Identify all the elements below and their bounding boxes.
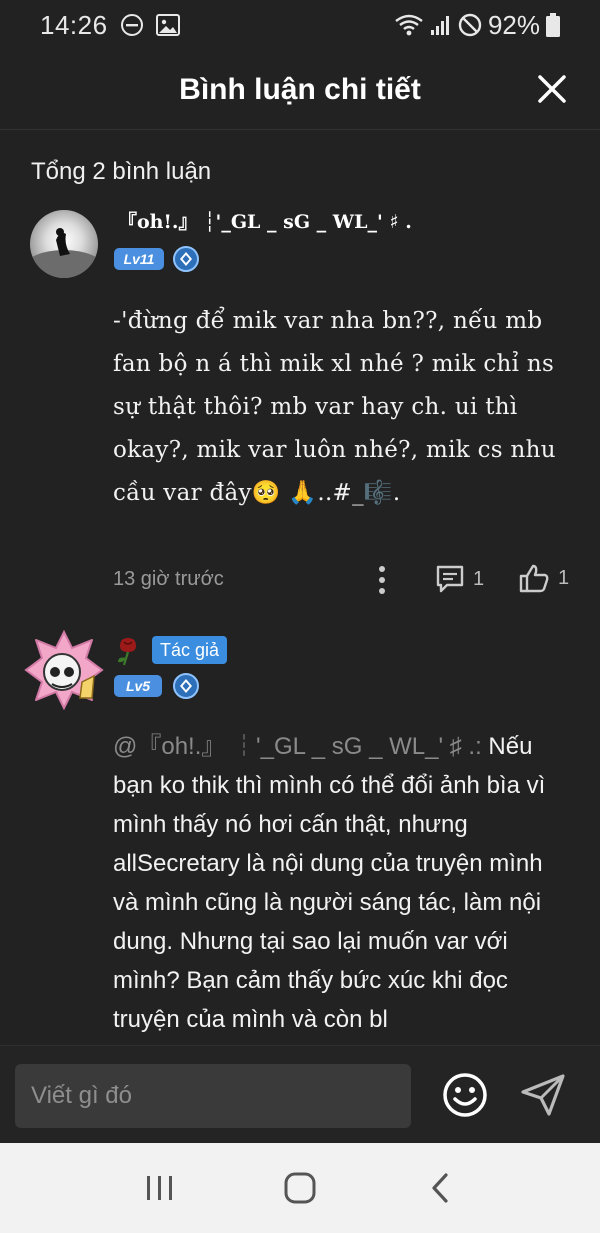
battery-icon	[546, 13, 560, 37]
battery-percent: 92%	[487, 9, 540, 40]
recent-apps-icon	[147, 1176, 172, 1200]
emoji-button[interactable]	[442, 1072, 488, 1118]
page-header: Bình luận chi tiết	[0, 55, 600, 125]
avatar[interactable]	[22, 628, 106, 712]
level-badge: Lv5	[114, 675, 162, 697]
avatar[interactable]	[30, 210, 98, 278]
reply-count: 1	[473, 567, 485, 590]
comment-text: @『oh!.』 ┆'_GL _ sG _ WL_' ♯ .: Nếu bạn k…	[113, 727, 563, 1039]
back-button[interactable]	[415, 1163, 465, 1213]
signal-icon	[430, 14, 452, 36]
like-button[interactable]: 1	[518, 562, 569, 594]
status-left: 14:26	[40, 10, 180, 41]
send-icon	[521, 1074, 565, 1116]
status-time: 14:26	[40, 9, 108, 40]
comment-text: -'đừng để mik var nha bn??, nếu mb fan b…	[113, 308, 556, 506]
author-badge: Tác giả	[152, 636, 228, 664]
send-button[interactable]	[519, 1072, 567, 1118]
page-title: Bình luận chi tiết	[179, 73, 421, 106]
comment-timestamp: 13 giờ trước	[113, 568, 224, 590]
do-not-disturb-icon	[120, 13, 144, 37]
comment-count: Tổng 2 bình luận	[31, 158, 212, 185]
like-count: 1	[558, 566, 570, 589]
smiley-icon	[443, 1073, 487, 1117]
more-vertical-icon	[379, 566, 385, 594]
reply-text: Nếu bạn ko thik thì mình có thể đổi ảnh …	[113, 733, 546, 1033]
wifi-icon	[394, 13, 424, 37]
comment-input[interactable]: Viết gì đó	[15, 1064, 411, 1128]
verified-icon	[173, 673, 199, 699]
level-badge: Lv11	[114, 248, 164, 270]
rose-icon	[114, 636, 142, 666]
recent-apps-button[interactable]	[135, 1163, 185, 1213]
status-right: 92%	[394, 10, 560, 41]
mention-link[interactable]: @『oh!.』 ┆'_GL _ sG _ WL_' ♯ .:	[113, 733, 482, 760]
comment-icon	[436, 565, 464, 593]
close-button[interactable]	[534, 71, 570, 107]
comment-username[interactable]: 『oh!.』 ┆'_GL _ sG _ WL_' ♯ .	[118, 207, 412, 234]
home-button[interactable]	[275, 1163, 325, 1213]
gallery-icon	[155, 14, 180, 36]
comment-input-bar: Viết gì đó	[0, 1045, 600, 1143]
system-nav-bar	[0, 1143, 600, 1233]
verified-icon	[173, 246, 199, 272]
header-divider	[0, 129, 600, 130]
status-bar: 14:26 92%	[0, 0, 600, 50]
close-icon	[538, 75, 566, 103]
thumbs-up-icon	[519, 564, 549, 593]
no-sim-icon	[458, 13, 482, 37]
chevron-left-icon	[432, 1173, 448, 1203]
home-icon	[284, 1172, 316, 1204]
more-options-button[interactable]	[372, 564, 392, 596]
reply-button[interactable]: 1	[435, 564, 484, 594]
